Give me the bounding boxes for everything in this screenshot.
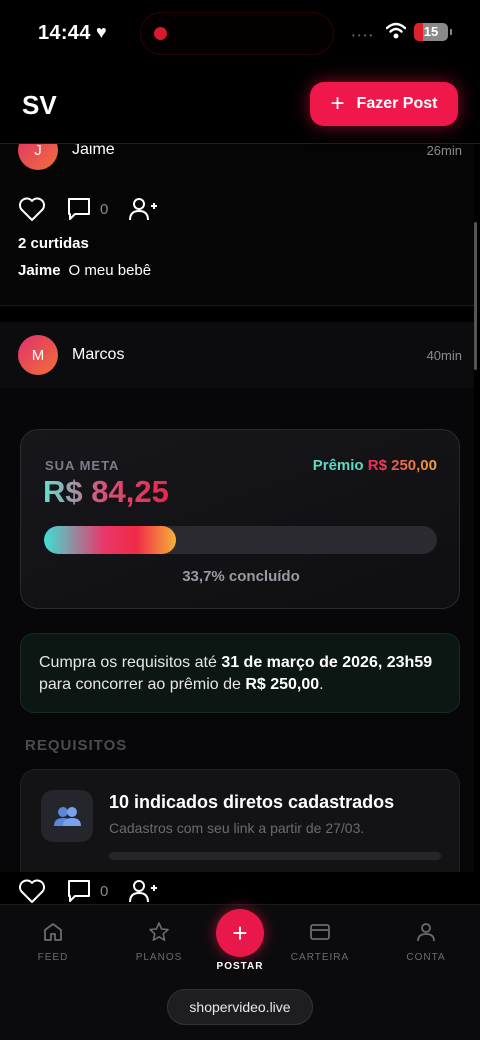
like-heart-icon[interactable] <box>18 878 46 904</box>
nav-wallet[interactable]: CARTEIRA <box>280 921 360 963</box>
post-time: 26min <box>426 143 462 158</box>
progress-bar <box>44 526 177 554</box>
notice-text-2: para concorrer ao prêmio de <box>39 676 246 693</box>
prize-label: Prêmio <box>312 457 364 474</box>
app-header: SV + Fazer Post <box>0 62 480 144</box>
nav-feed[interactable]: FEED <box>13 921 93 963</box>
nav-post-label: POSTAR <box>216 961 264 972</box>
goal-label: SUA META <box>45 458 120 473</box>
nav-account[interactable]: CONTA <box>386 921 466 963</box>
progress-track <box>44 526 437 554</box>
feed-post-actions: 0 <box>0 872 480 908</box>
progress-text: 33,7% concluído <box>182 568 300 585</box>
nav-plans[interactable]: PLANOS <box>119 921 199 963</box>
status-bar: 14:44 ♥ •••• 15 <box>0 0 480 62</box>
nav-post-button[interactable]: + <box>216 909 264 957</box>
deadline-notice: Cumpra os requisitos até 31 de março de … <box>20 633 460 713</box>
home-icon <box>44 923 62 941</box>
caption-username[interactable]: Jaime <box>18 262 61 279</box>
feed-post: J Jaime 26min 0 2 curtidas Jaime O meu be… <box>0 130 474 306</box>
add-friend-icon[interactable] <box>128 878 158 904</box>
star-icon <box>149 922 169 941</box>
nav-wallet-label: CARTEIRA <box>290 952 350 963</box>
requirement-card[interactable]: 10 indicados diretos cadastrados Cadastr… <box>20 769 460 879</box>
requirement-progress-track <box>109 852 441 860</box>
post-username[interactable]: Marcos <box>72 346 124 364</box>
notice-prize: R$ 250,00 <box>245 676 320 693</box>
post-actions: 0 <box>18 878 158 904</box>
battery-icon: 15 <box>414 23 452 41</box>
prize-value: R$ 250,00 <box>367 457 437 474</box>
like-count[interactable]: 2 curtidas <box>18 235 89 252</box>
post-time: 40min <box>426 348 462 363</box>
comment-count: 0 <box>100 882 109 900</box>
post-actions: 0 <box>18 196 158 222</box>
person-icon <box>417 923 435 942</box>
post-caption: Jaime O meu bebê <box>18 262 151 279</box>
scrollbar[interactable] <box>474 222 477 370</box>
recording-indicator-icon <box>154 27 167 40</box>
battery-level: 15 <box>423 24 439 39</box>
requirement-name: 10 indicados diretos cadastrados <box>109 792 395 812</box>
avatar[interactable]: M <box>18 335 58 375</box>
notice-text-3: . <box>319 676 324 693</box>
app-logo[interactable]: SV <box>22 90 57 121</box>
nav-plans-label: PLANOS <box>135 952 183 963</box>
nav-account-label: CONTA <box>406 952 446 963</box>
dynamic-island <box>140 12 334 55</box>
plus-icon: + <box>232 917 248 948</box>
like-heart-icon[interactable] <box>18 196 46 222</box>
create-post-button[interactable]: + Fazer Post <box>310 82 458 126</box>
comment-count: 0 <box>100 200 109 218</box>
comment-icon[interactable] <box>66 196 92 222</box>
people-icon <box>41 790 93 842</box>
wifi-icon <box>386 22 406 39</box>
bottom-navigation: FEED PLANOS + POSTAR CARTEIRA CONTA shop… <box>0 904 480 1040</box>
card-icon <box>310 924 330 940</box>
create-post-label: Fazer Post <box>356 95 438 112</box>
nav-feed-label: FEED <box>37 952 69 963</box>
plus-icon: + <box>330 90 345 117</box>
heart-icon: ♥ <box>96 22 107 42</box>
clock: 14:44 <box>38 22 91 44</box>
notice-deadline: 31 de março de 2026, 23h59 <box>221 654 433 671</box>
notice-text-1: Cumpra os requisitos até <box>39 654 222 671</box>
browser-url-bar[interactable]: shopervideo.live <box>167 989 313 1025</box>
add-friend-icon[interactable] <box>128 196 158 222</box>
goal-card: SUA META R$ 84,25 Prêmio R$ 250,00 33,7%… <box>20 429 460 609</box>
prize-info: Prêmio R$ 250,00 <box>313 457 437 474</box>
requirement-description: Cadastros com seu link a partir de 27/03… <box>109 820 365 836</box>
feed-post: M Marcos 40min <box>0 322 474 388</box>
comment-icon[interactable] <box>66 878 92 904</box>
requirements-title: REQUISITOS <box>25 737 128 754</box>
signal-icon: •••• <box>352 31 376 40</box>
caption-text: O meu bebê <box>68 262 152 279</box>
goal-amount: R$ 84,25 <box>43 474 169 509</box>
